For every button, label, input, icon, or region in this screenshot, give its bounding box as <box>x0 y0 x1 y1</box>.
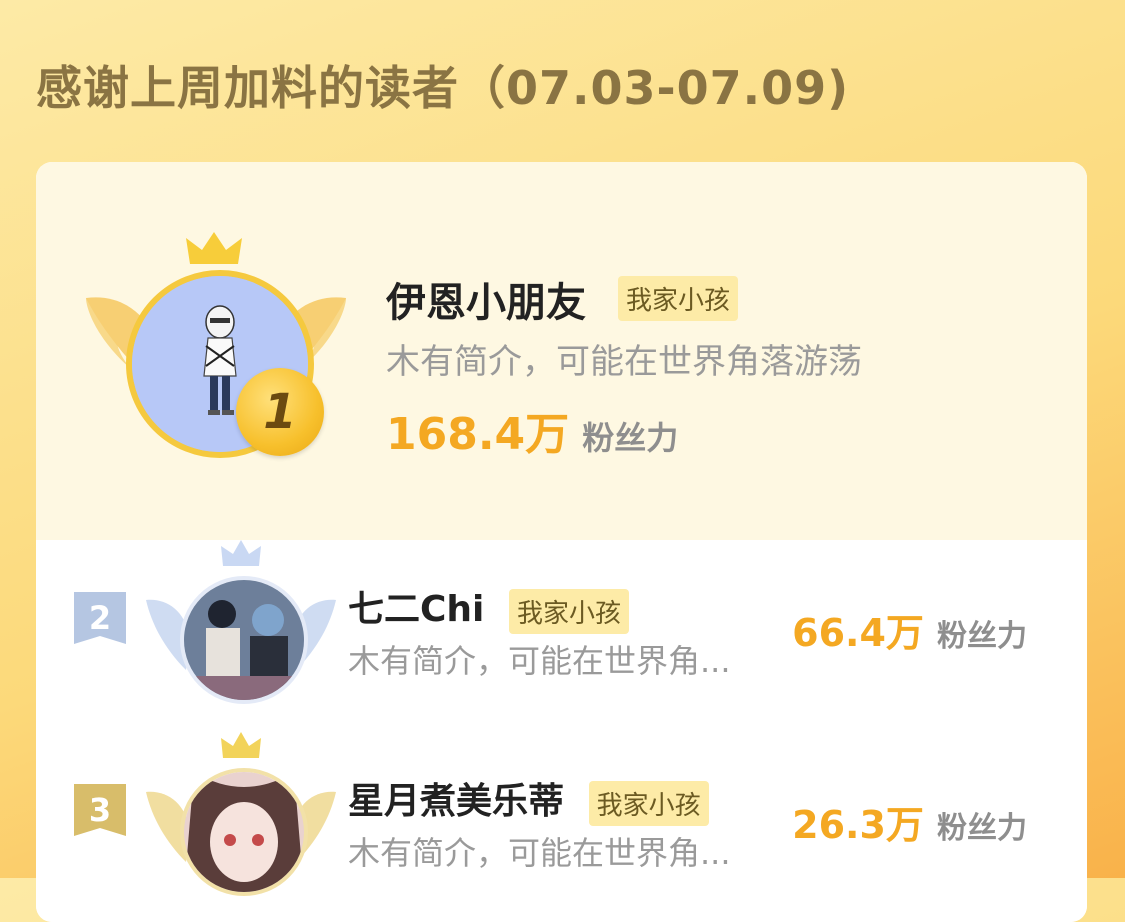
reader-list: 2 七二Chi 我家小孩 木有简介，可能在世界角... 66.4万 粉丝力 3 … <box>36 540 1087 922</box>
reader-bio: 木有简介，可能在世界角落游荡 <box>386 342 862 382</box>
fan-tag: 我家小孩 <box>618 276 739 321</box>
fan-tag: 我家小孩 <box>588 780 709 826</box>
avatar <box>180 768 308 896</box>
fan-power-value: 26.3万 <box>792 803 924 847</box>
avatar <box>180 576 308 704</box>
fan-power: 66.4万 粉丝力 <box>792 602 1027 657</box>
crown-icon <box>186 232 242 264</box>
reader-name-text: 星月煮美乐蒂 <box>348 781 565 822</box>
fan-power-label: 粉丝力 <box>937 811 1027 846</box>
reader-bio: 木有简介，可能在世界角... <box>348 834 731 872</box>
reader-name[interactable]: 七二Chi 我家小孩 <box>348 580 629 634</box>
top-reader-avatar-frame[interactable]: 1 <box>86 228 346 468</box>
fan-tag: 我家小孩 <box>508 588 629 634</box>
list-item[interactable]: 3 星月煮美乐蒂 我家小孩 木有简介，可能在世界角... 26.3万 粉丝力 <box>36 732 1087 922</box>
fan-power: 168.4万 粉丝力 <box>386 398 678 462</box>
fan-power-value: 66.4万 <box>792 611 924 655</box>
avatar-frame[interactable] <box>146 732 336 902</box>
top-reader-entry[interactable]: 1 伊恩小朋友 我家小孩 木有简介，可能在世界角落游荡 168.4万 粉丝力 <box>36 162 1087 540</box>
reader-ranking-card: 1 伊恩小朋友 我家小孩 木有简介，可能在世界角落游荡 168.4万 粉丝力 2 <box>36 162 1087 922</box>
avatar-frame[interactable] <box>146 540 336 710</box>
reader-name[interactable]: 星月煮美乐蒂 我家小孩 <box>348 772 709 826</box>
rank-ribbon-icon: 2 <box>72 590 128 646</box>
fan-power-label: 粉丝力 <box>937 619 1027 654</box>
fan-power-value: 168.4万 <box>386 409 570 460</box>
rank-number: 2 <box>88 599 112 637</box>
reader-name-text: 七二Chi <box>348 589 485 630</box>
rank-number: 3 <box>88 791 112 829</box>
rank-number: 1 <box>263 384 297 440</box>
crown-icon <box>221 732 261 758</box>
fan-power-label: 粉丝力 <box>582 419 679 457</box>
crown-icon <box>221 540 261 566</box>
list-item[interactable]: 2 七二Chi 我家小孩 木有简介，可能在世界角... 66.4万 粉丝力 <box>36 540 1087 730</box>
reader-bio: 木有简介，可能在世界角... <box>348 642 731 680</box>
rank-ribbon-icon: 3 <box>72 782 128 838</box>
page-title: 感谢上周加料的读者（07.03-07.09) <box>36 61 850 115</box>
fan-power: 26.3万 粉丝力 <box>792 794 1027 849</box>
rank-medal-icon: 1 <box>236 368 324 456</box>
reader-name[interactable]: 伊恩小朋友 <box>386 270 586 328</box>
